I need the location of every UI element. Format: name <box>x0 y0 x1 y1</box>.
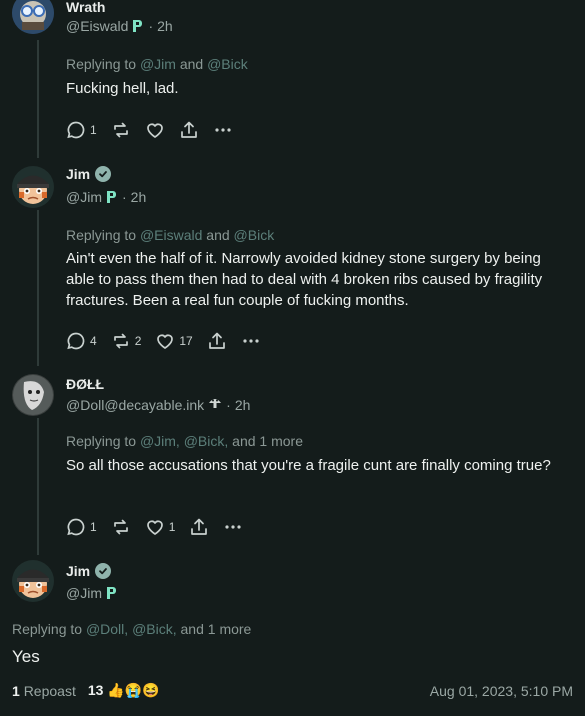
reply-icon <box>67 332 85 350</box>
separator: · <box>148 18 154 34</box>
like-button[interactable] <box>145 120 165 140</box>
share-button[interactable] <box>179 120 199 140</box>
post-text: Fucking hell, lad. <box>66 80 179 97</box>
mention-link[interactable]: @Jim, <box>140 433 180 449</box>
mention-link[interactable]: @Bick, <box>184 433 229 449</box>
timestamp[interactable]: 2h <box>131 189 147 205</box>
mention-link[interactable]: @Jim <box>140 56 176 72</box>
mention-link[interactable]: @Bick <box>234 227 275 243</box>
reaction-stat[interactable]: 13 👍😭😆 <box>88 682 160 699</box>
like-icon <box>146 520 163 535</box>
repost-stat[interactable]: 1 Repoast <box>12 683 76 699</box>
mention-link[interactable]: @Bick <box>207 56 248 72</box>
post-text: So all those accusations that you're a f… <box>66 457 551 474</box>
avatar[interactable] <box>12 560 54 602</box>
boost-button[interactable] <box>111 120 131 140</box>
more-icon <box>215 128 231 132</box>
reply-button[interactable]: 1 <box>66 517 97 537</box>
reply-icon <box>67 121 85 139</box>
handle-line: @Jim <box>66 585 118 601</box>
action-bar: 1 1 <box>66 517 257 537</box>
more-button[interactable] <box>223 517 243 537</box>
instance-badge-icon <box>132 19 144 33</box>
more-mentions[interactable]: and 1 more <box>181 621 252 637</box>
handle-line: @Jim · 2h <box>66 189 146 205</box>
like-button[interactable]: 17 <box>155 331 193 351</box>
like-button[interactable]: 1 <box>145 517 175 537</box>
handle-line: @Doll@decayable.ink · 2h <box>66 396 250 413</box>
mushroom-icon <box>208 396 222 413</box>
avatar[interactable] <box>12 166 54 208</box>
boost-icon <box>113 333 128 349</box>
timestamp[interactable]: 2h <box>157 18 173 34</box>
replying-to: Replying to @Jim, @Bick, and 1 more <box>66 433 303 449</box>
timestamp[interactable]: 2h <box>235 397 251 413</box>
post-date[interactable]: Aug 01, 2023, 5:10 PM <box>430 683 573 699</box>
post-wrath[interactable]: Wrath @Eiswald · 2h Replying to @Jim and… <box>0 0 585 150</box>
boost-button[interactable] <box>111 517 131 537</box>
share-icon <box>208 332 225 349</box>
post-jim[interactable]: Jim @Jim · 2h Replying to @Eiswald and @… <box>0 160 585 360</box>
more-button[interactable] <box>241 331 261 351</box>
display-name[interactable]: Wrath <box>66 0 105 15</box>
avatar[interactable] <box>12 0 54 34</box>
handle[interactable]: @Jim <box>66 585 102 601</box>
more-mentions[interactable]: and 1 more <box>232 433 303 449</box>
mention-link[interactable]: @Doll, <box>86 621 128 637</box>
share-button[interactable] <box>207 331 227 351</box>
mention-link[interactable]: @Bick, <box>132 621 177 637</box>
mention-link[interactable]: @Eiswald <box>140 227 202 243</box>
share-button[interactable] <box>189 517 209 537</box>
separator: · <box>226 396 231 413</box>
action-bar: 4 2 17 <box>66 331 275 351</box>
display-name[interactable]: ÐØŁŁ <box>66 376 104 392</box>
reaction-emojis: 👍😭😆 <box>107 682 160 698</box>
handle[interactable]: @Jim <box>66 189 102 205</box>
replying-to: Replying to @Jim and @Bick <box>66 56 248 72</box>
separator: · <box>121 189 127 205</box>
post-stats: 1 Repoast 13 👍😭😆 Aug 01, 2023, 5:10 PM <box>12 682 573 699</box>
display-name[interactable]: Jim <box>66 166 112 182</box>
reply-button[interactable]: 1 <box>66 120 97 140</box>
verified-icon <box>95 563 112 579</box>
share-icon <box>180 121 197 138</box>
handle[interactable]: @Eiswald <box>66 18 128 34</box>
boost-button[interactable]: 2 <box>111 331 141 351</box>
verified-icon <box>95 166 112 182</box>
like-icon <box>157 334 174 349</box>
replying-to: Replying to @Eiswald and @Bick <box>66 227 275 243</box>
handle-line: @Eiswald · 2h <box>66 18 173 34</box>
post-text: Yes <box>12 647 40 666</box>
boost-icon <box>113 122 128 138</box>
more-button[interactable] <box>213 120 233 140</box>
post-doll[interactable]: ÐØŁŁ @Doll@decayable.ink · 2h Replying t… <box>0 370 585 550</box>
more-icon <box>243 339 259 343</box>
boost-icon <box>113 519 128 535</box>
like-icon <box>146 123 163 138</box>
display-name[interactable]: Jim <box>66 563 112 579</box>
action-bar: 1 <box>66 120 247 140</box>
replying-to: Replying to @Doll, @Bick, and 1 more <box>12 621 252 637</box>
reply-icon <box>67 518 85 536</box>
post-text: Ain't even the half of it. Narrowly avoi… <box>66 250 543 309</box>
instance-badge-icon <box>106 190 118 204</box>
share-icon <box>191 518 208 535</box>
more-icon <box>225 525 241 529</box>
handle[interactable]: @Doll@decayable.ink <box>66 397 204 413</box>
avatar[interactable] <box>12 374 54 416</box>
instance-badge-icon <box>106 586 118 600</box>
reply-button[interactable]: 4 <box>66 331 97 351</box>
